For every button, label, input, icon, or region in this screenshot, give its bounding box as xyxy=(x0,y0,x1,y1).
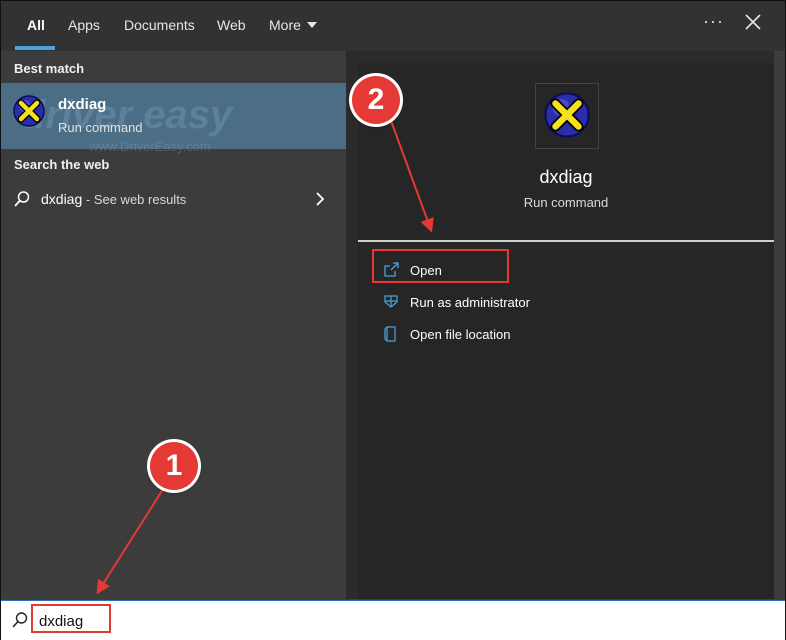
action-open-file-location[interactable]: Open file location xyxy=(378,321,758,347)
best-match-item[interactable]: driver easy www.DriverEasy.com dxdiag Ru… xyxy=(1,83,346,154)
preview-divider xyxy=(358,240,774,242)
action-open-label: Open xyxy=(410,263,442,278)
close-icon[interactable] xyxy=(742,11,764,33)
top-tab-bar: All Apps Documents Web More ··· xyxy=(1,1,785,51)
action-open[interactable]: Open xyxy=(378,257,758,283)
chevron-right-icon[interactable] xyxy=(314,191,326,207)
tab-web[interactable]: Web xyxy=(217,17,246,33)
more-options-icon[interactable]: ··· xyxy=(703,11,724,32)
preview-card: dxdiag Run command Open Run as administr… xyxy=(358,63,774,599)
step-2-badge: 2 xyxy=(352,76,400,124)
action-run-as-admin[interactable]: Run as administrator xyxy=(378,289,758,315)
best-match-name: dxdiag xyxy=(58,96,107,113)
file-location-icon xyxy=(384,326,396,342)
best-match-heading: Best match xyxy=(14,61,85,76)
action-open-file-location-label: Open file location xyxy=(410,327,511,342)
step-1-badge: 1 xyxy=(150,442,198,490)
web-result-suffix: - See web results xyxy=(82,192,187,207)
preview-icon-box xyxy=(535,83,599,149)
tab-more-label: More xyxy=(269,17,301,33)
web-result-query: dxdiag xyxy=(41,191,83,207)
directx-icon xyxy=(544,92,590,138)
action-run-as-admin-label: Run as administrator xyxy=(410,295,530,310)
tab-apps[interactable]: Apps xyxy=(68,17,100,33)
search-bar xyxy=(1,600,785,640)
search-web-heading: Search the web xyxy=(14,157,110,172)
results-pane: Best match driver easy www.DriverEasy.co… xyxy=(1,51,346,599)
tab-all[interactable]: All xyxy=(27,17,45,33)
search-input[interactable] xyxy=(35,609,115,633)
tab-more[interactable]: More xyxy=(269,17,317,33)
search-icon xyxy=(14,191,30,207)
web-result-text: dxdiag - See web results xyxy=(41,191,186,207)
open-icon xyxy=(384,262,399,277)
search-icon xyxy=(12,612,28,628)
preview-pane: dxdiag Run command Open Run as administr… xyxy=(346,51,774,599)
web-result-item[interactable]: dxdiag - See web results xyxy=(1,184,346,214)
best-match-type: Run command xyxy=(58,120,143,135)
shield-icon xyxy=(384,295,398,308)
active-tab-indicator xyxy=(15,46,55,50)
chevron-down-icon xyxy=(306,22,317,28)
directx-icon xyxy=(13,95,45,127)
watermark-url: www.DriverEasy.com xyxy=(89,139,211,154)
preview-name: dxdiag xyxy=(539,167,593,187)
tab-documents[interactable]: Documents xyxy=(124,17,195,33)
preview-type: Run command xyxy=(523,195,609,210)
